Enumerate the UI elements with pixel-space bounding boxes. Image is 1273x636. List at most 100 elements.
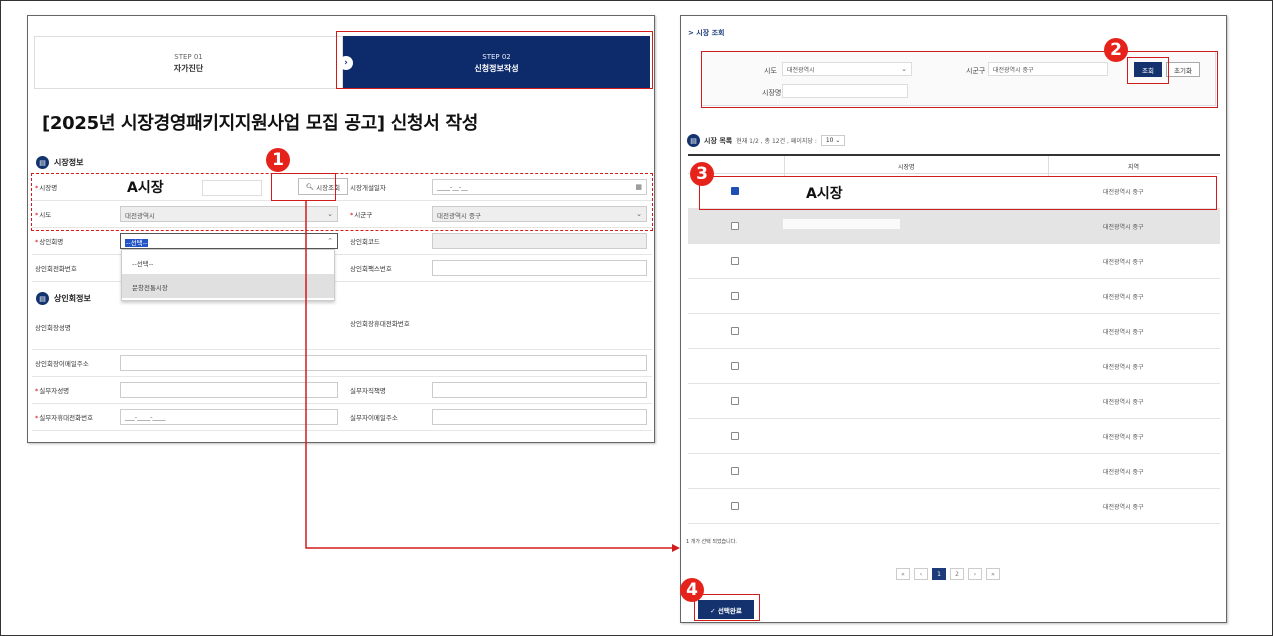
document-icon: ▤ <box>36 156 49 169</box>
step-02-highlight <box>336 31 653 89</box>
row-region: 대전광역시 중구 <box>1103 259 1144 266</box>
column-divider <box>784 156 785 176</box>
step-01-number: STEP 01 <box>174 52 203 61</box>
merchant-phone-label: 상인회전화번호 <box>35 265 77 273</box>
table-row[interactable]: 대전광역시 중구 <box>688 454 1220 489</box>
market-info-highlight <box>31 173 653 231</box>
page-title: [2025년 시장경영패키지지원사업 모집 공고] 신청서 작성 <box>42 113 479 134</box>
search-button-highlight <box>1127 57 1169 84</box>
checkbox[interactable] <box>731 467 739 475</box>
table-row[interactable]: 대전광역시 중구 <box>688 279 1220 314</box>
head-mobile-label: 상인회장휴대전화번호 <box>350 320 410 328</box>
per-page-select[interactable]: 10 ⌄ <box>820 135 846 146</box>
dropdown-option-highlighted[interactable]: 문창전통시장 <box>122 274 334 298</box>
step-badge-3: 3 <box>690 162 714 186</box>
staff-mobile-value: ___-____-____ <box>125 413 166 421</box>
row-region: 대전광역시 중구 <box>1103 399 1144 406</box>
staff-mobile-input[interactable]: ___-____-____ <box>120 409 338 425</box>
step-badge-4: 4 <box>680 578 704 602</box>
merchant-assoc-label: 상인회명 <box>35 236 63 246</box>
dropdown-option[interactable]: --선택-- <box>122 250 334 274</box>
next-page-button[interactable]: › <box>968 568 982 580</box>
checkbox[interactable] <box>731 327 739 335</box>
head-email-input[interactable] <box>120 355 647 371</box>
staff-position-label: 실무자직책명 <box>350 387 386 395</box>
table-row[interactable]: 대전광역시 중구 <box>688 384 1220 419</box>
staff-name-label: 실무자성명 <box>35 385 69 395</box>
col-region-header: 지역 <box>1128 164 1140 171</box>
head-name-label: 상인회장성명 <box>35 324 71 332</box>
pagination: « ‹ 1 2 › » <box>896 568 1000 580</box>
per-page-value: 10 <box>825 137 834 144</box>
chevron-up-icon: ⌃ <box>327 237 333 245</box>
staff-name-row: 실무자성명 실무자직책명 <box>32 377 652 404</box>
checkbox[interactable] <box>731 502 739 510</box>
merchant-info-heading: ▤ 상인회정보 <box>36 292 91 305</box>
staff-email-label: 실무자이메일주소 <box>350 414 398 422</box>
head-email-label: 상인회장이메일주소 <box>35 360 89 368</box>
row-region: 대전광역시 중구 <box>1103 469 1144 476</box>
popup-heading: > 시장 조회 <box>688 29 725 37</box>
row-region: 대전광역시 중구 <box>1103 329 1144 336</box>
staff-mobile-row: 실무자휴대전화번호 ___-____-____ 실무자이메일주소 <box>32 404 652 431</box>
merchant-assoc-value: --선택-- <box>125 239 149 247</box>
table-row[interactable]: 대전광역시 중구 <box>688 209 1220 244</box>
step-01-title: 자가진단 <box>173 63 204 73</box>
list-title: 시장 목록 <box>704 136 733 145</box>
checkbox[interactable] <box>731 292 739 300</box>
staff-position-input[interactable] <box>432 382 647 398</box>
table-row[interactable]: 대전광역시 중구 <box>688 419 1220 454</box>
checkbox[interactable] <box>731 362 739 370</box>
step-01[interactable]: STEP 01 자가진단 <box>34 36 343 89</box>
document-icon: ▤ <box>36 292 49 305</box>
market-info-title: 시장정보 <box>54 158 84 167</box>
merchant-fax-label: 상인회팩스번호 <box>350 265 392 273</box>
done-button-highlight <box>694 594 760 621</box>
merchant-assoc-dropdown: --선택-- 문창전통시장 <box>121 249 335 301</box>
checkbox[interactable] <box>731 397 739 405</box>
merchant-code-input <box>432 233 647 249</box>
table-row[interactable]: 대전광역시 중구 <box>688 314 1220 349</box>
column-divider <box>1048 156 1049 176</box>
row-region: 대전광역시 중구 <box>1103 294 1144 301</box>
merchant-code-label: 상인회코드 <box>350 238 380 246</box>
head-row: 상인회장성명 상인회장휴대전화번호 <box>32 310 652 350</box>
step-badge-2: 2 <box>1104 38 1128 62</box>
checkbox[interactable] <box>731 222 739 230</box>
redacted-name <box>783 219 900 229</box>
table-header: 시장명 지역 <box>688 154 1220 176</box>
table-row[interactable]: 대전광역시 중구 <box>688 489 1220 524</box>
table-body: A시장 대전광역시 중구 대전광역시 중구 대전광역시 중구 대전광역시 중구 대전광역시… <box>688 174 1220 524</box>
staff-mobile-label: 실무자휴대전화번호 <box>35 412 93 422</box>
checkbox[interactable] <box>731 257 739 265</box>
staff-email-input[interactable] <box>432 409 647 425</box>
row-region: 대전광역시 중구 <box>1103 224 1144 231</box>
staff-name-input[interactable] <box>120 382 338 398</box>
col-name-header: 시장명 <box>898 164 915 171</box>
row-region: 대전광역시 중구 <box>1103 504 1144 511</box>
search-button-highlight <box>271 173 336 201</box>
step-badge-1: 1 <box>266 148 290 172</box>
row-region: 대전광역시 중구 <box>1103 434 1144 441</box>
list-summary: 현재 1/2 , 총 12건 , 페이지당 : <box>736 138 817 145</box>
selected-note: 1 개가 선택 되었습니다. <box>686 539 737 545</box>
prev-page-button[interactable]: ‹ <box>914 568 928 580</box>
last-page-button[interactable]: » <box>986 568 1000 580</box>
list-header: ▤ 시장 목록 현재 1/2 , 총 12건 , 페이지당 : 10 ⌄ <box>687 134 846 147</box>
document-icon: ▤ <box>687 134 700 147</box>
checkbox[interactable] <box>731 432 739 440</box>
merchant-assoc-select[interactable]: --선택-- ⌃ <box>120 233 338 249</box>
table-row[interactable]: 대전광역시 중구 <box>688 244 1220 279</box>
selected-row-highlight <box>699 176 1217 210</box>
market-info-heading: ▤ 시장정보 <box>36 156 83 169</box>
market-search-popup: > 시장 조회 시도 대전광역시 ⌄ 시군구 대전광역시 중구 조회 초기화 시… <box>680 15 1227 623</box>
table-row[interactable]: 대전광역시 중구 <box>688 349 1220 384</box>
first-page-button[interactable]: « <box>896 568 910 580</box>
row-region: 대전광역시 중구 <box>1103 364 1144 371</box>
merchant-fax-input[interactable] <box>432 260 647 276</box>
page-1-button[interactable]: 1 <box>932 568 946 580</box>
merchant-info-title: 상인회정보 <box>54 294 91 303</box>
application-form-panel: STEP 01 자가진단 › STEP 02 신청정보작성 [2025년 시장경… <box>27 15 655 443</box>
page-2-button[interactable]: 2 <box>950 568 964 580</box>
head-email-row: 상인회장이메일주소 <box>32 350 652 377</box>
